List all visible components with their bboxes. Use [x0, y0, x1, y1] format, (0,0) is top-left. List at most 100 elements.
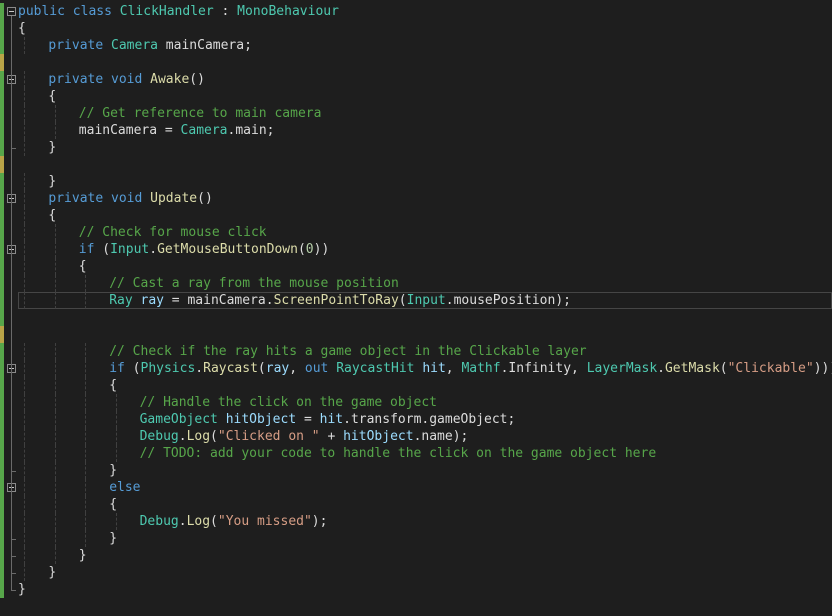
code-text: if (Input.GetMouseButtonDown(0))	[79, 242, 329, 257]
code-line[interactable]: // TODO: add your code to handle the cli…	[18, 445, 832, 462]
indent-guide	[85, 513, 87, 530]
indent-guide	[54, 377, 56, 394]
code-token: else	[109, 480, 141, 495]
code-token: (	[297, 242, 306, 257]
code-line[interactable]: if (Physics.Raycast(ray, out RaycastHit …	[18, 360, 832, 377]
collapse-icon[interactable]	[7, 7, 16, 16]
code-token: (	[94, 242, 111, 257]
outline-region-line	[11, 492, 12, 539]
code-line[interactable]: {	[18, 207, 832, 224]
code-token: main;	[235, 123, 275, 138]
indent-guide	[115, 394, 117, 411]
code-token: Input	[110, 242, 150, 257]
code-token: ()	[197, 191, 213, 206]
indent-guide	[54, 275, 56, 292]
code-token: Infinity,	[508, 361, 587, 376]
indent-guide	[85, 428, 87, 445]
indent-guide	[85, 445, 87, 462]
code-line[interactable]: private void Update()	[18, 190, 832, 207]
code-token: =	[296, 412, 320, 427]
code-line[interactable]: private Camera mainCamera;	[18, 37, 832, 54]
indent-guide	[54, 513, 56, 530]
outline-region-end	[11, 471, 16, 472]
code-line[interactable]: {	[18, 377, 832, 394]
code-line[interactable]: if (Input.GetMouseButtonDown(0))	[18, 241, 832, 258]
code-text: else	[109, 480, 140, 495]
indent-guide	[54, 445, 56, 462]
code-line[interactable]: mainCamera = Camera.main;	[18, 122, 832, 139]
code-text-area[interactable]: public class ClickHandler : MonoBehaviou…	[18, 3, 832, 598]
code-line[interactable]: }	[18, 462, 832, 479]
code-text: public class ClickHandler : MonoBehaviou…	[18, 4, 339, 19]
outlining-margin[interactable]	[4, 0, 18, 616]
code-line[interactable]: Debug.Log("You missed");	[18, 513, 832, 530]
indent-guide	[54, 428, 56, 445]
code-token: = mainCamera.	[163, 293, 274, 308]
indent-guide	[85, 275, 87, 292]
indent-guide	[24, 71, 26, 88]
code-token: ClickHandler	[119, 4, 214, 19]
code-token: (	[124, 361, 141, 376]
indent-guide	[24, 530, 26, 547]
code-text: }	[109, 463, 117, 478]
code-token: {	[18, 21, 26, 36]
code-line[interactable]	[18, 54, 832, 71]
code-line[interactable]: {	[18, 258, 832, 275]
indent-guide	[54, 122, 56, 139]
code-token: .	[178, 429, 187, 444]
code-line[interactable]: {	[18, 20, 832, 37]
code-line[interactable]: {	[18, 88, 832, 105]
code-token: if	[109, 361, 125, 376]
code-editor[interactable]: public class ClickHandler : MonoBehaviou…	[0, 0, 832, 616]
code-line[interactable]: // Get reference to main camera	[18, 105, 832, 122]
code-line[interactable]: // Cast a ray from the mouse position	[18, 275, 832, 292]
code-token: ()	[189, 72, 205, 87]
indent-guide	[54, 241, 56, 258]
code-line[interactable]: }	[18, 173, 832, 190]
code-line[interactable]: }	[18, 530, 832, 547]
indent-guide	[24, 445, 26, 462]
code-line[interactable]: {	[18, 496, 832, 513]
indent-guide	[54, 360, 56, 377]
code-line[interactable]: }	[18, 547, 832, 564]
indent-guide	[24, 343, 26, 360]
code-line[interactable]: Debug.Log("Clicked on " + hitObject.name…	[18, 428, 832, 445]
code-token: hit	[422, 361, 446, 376]
code-token: (	[719, 361, 728, 376]
code-line[interactable]: }	[18, 564, 832, 581]
code-token: "Clicked on "	[217, 429, 320, 444]
indent-guide	[85, 530, 87, 547]
code-token: void	[111, 191, 143, 206]
code-line[interactable]: else	[18, 479, 832, 496]
code-token: Debug	[139, 429, 179, 444]
code-line[interactable]: Ray ray = mainCamera.ScreenPointToRay(In…	[18, 292, 832, 309]
code-line[interactable]: public class ClickHandler : MonoBehaviou…	[18, 3, 832, 20]
code-token: private	[48, 38, 104, 53]
indent-guide	[24, 360, 26, 377]
code-line[interactable]	[18, 156, 832, 173]
indent-guide	[24, 37, 26, 54]
indent-guide	[54, 462, 56, 479]
code-line[interactable]: // Check if the ray hits a game object i…	[18, 343, 832, 360]
code-line[interactable]: }	[18, 581, 832, 598]
code-token: }	[109, 531, 118, 546]
code-line[interactable]	[18, 309, 832, 326]
indent-guide	[54, 394, 56, 411]
code-token: )))	[813, 361, 832, 376]
code-line[interactable]: // Handle the click on the game object	[18, 394, 832, 411]
code-token: RaycastHit	[336, 361, 415, 376]
code-token: {	[109, 497, 118, 512]
code-line[interactable]: GameObject hitObject = hit.transform.gam…	[18, 411, 832, 428]
code-text: }	[109, 531, 117, 546]
code-token: // Check for mouse click	[78, 225, 267, 240]
indent-guide	[85, 479, 87, 496]
code-text: }	[79, 548, 87, 563]
code-line[interactable]: // Check for mouse click	[18, 224, 832, 241]
indent-guide	[54, 343, 56, 360]
code-text: mainCamera = Camera.main;	[79, 123, 275, 138]
code-line[interactable]	[18, 326, 832, 343]
code-line[interactable]: }	[18, 139, 832, 156]
code-line[interactable]: private void Awake()	[18, 71, 832, 88]
